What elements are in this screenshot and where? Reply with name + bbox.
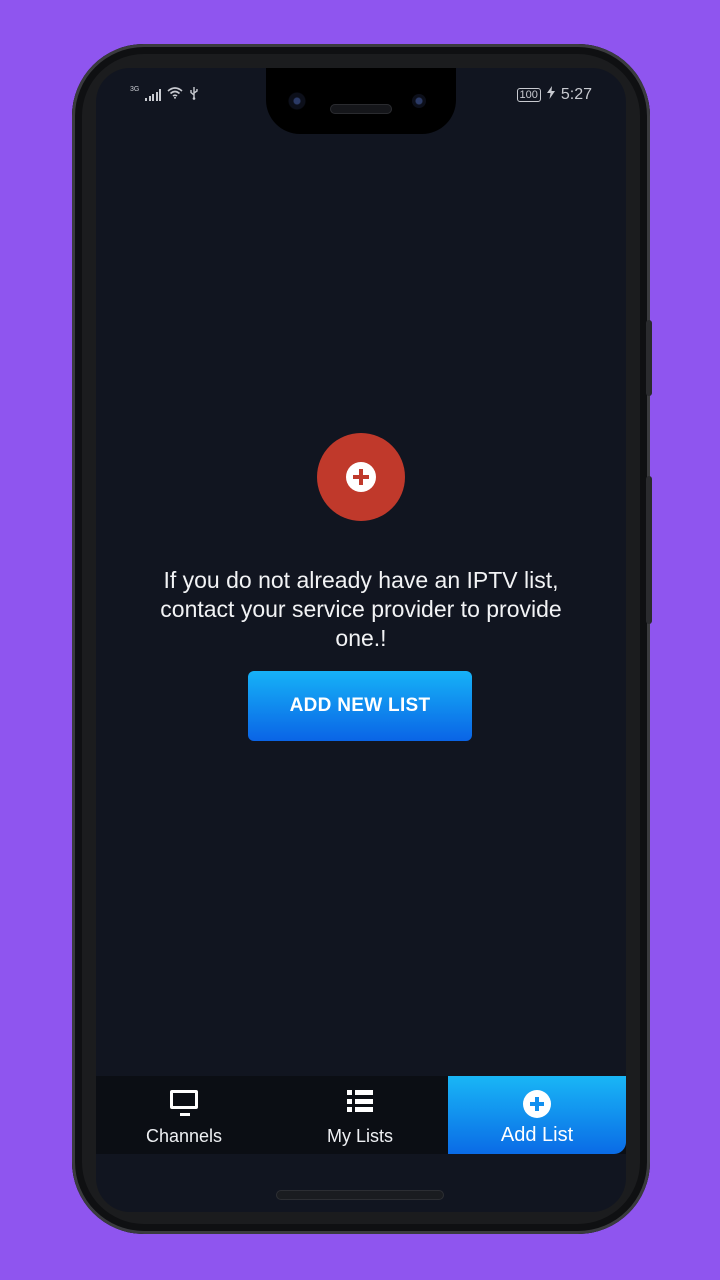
list-icon — [347, 1090, 373, 1112]
app-screen: 3G 100 5:27 If you do not already have a… — [96, 68, 626, 1212]
volume-button — [646, 476, 652, 624]
nav-item-my-lists[interactable]: My Lists — [272, 1076, 448, 1154]
plus-circle-icon — [346, 462, 376, 492]
nav-item-add-list[interactable]: Add List — [448, 1076, 626, 1154]
plus-circle-icon — [523, 1090, 551, 1118]
bottom-navigation: Channels My Lists Add List — [96, 1076, 626, 1154]
nav-item-label: My Lists — [326, 1126, 393, 1146]
empty-state-message: If you do not already have an IPTV list,… — [160, 567, 562, 651]
power-button — [646, 320, 652, 396]
home-indicator — [276, 1190, 444, 1200]
empty-state: If you do not already have an IPTV list,… — [96, 68, 626, 1076]
add-icon-button[interactable] — [317, 433, 405, 521]
tv-icon — [170, 1090, 198, 1116]
nav-item-label: Add List — [500, 1124, 574, 1146]
add-new-list-button[interactable]: ADD NEW LIST — [248, 671, 472, 741]
nav-item-channels[interactable]: Channels — [96, 1076, 272, 1154]
nav-item-label: Channels — [145, 1126, 223, 1146]
